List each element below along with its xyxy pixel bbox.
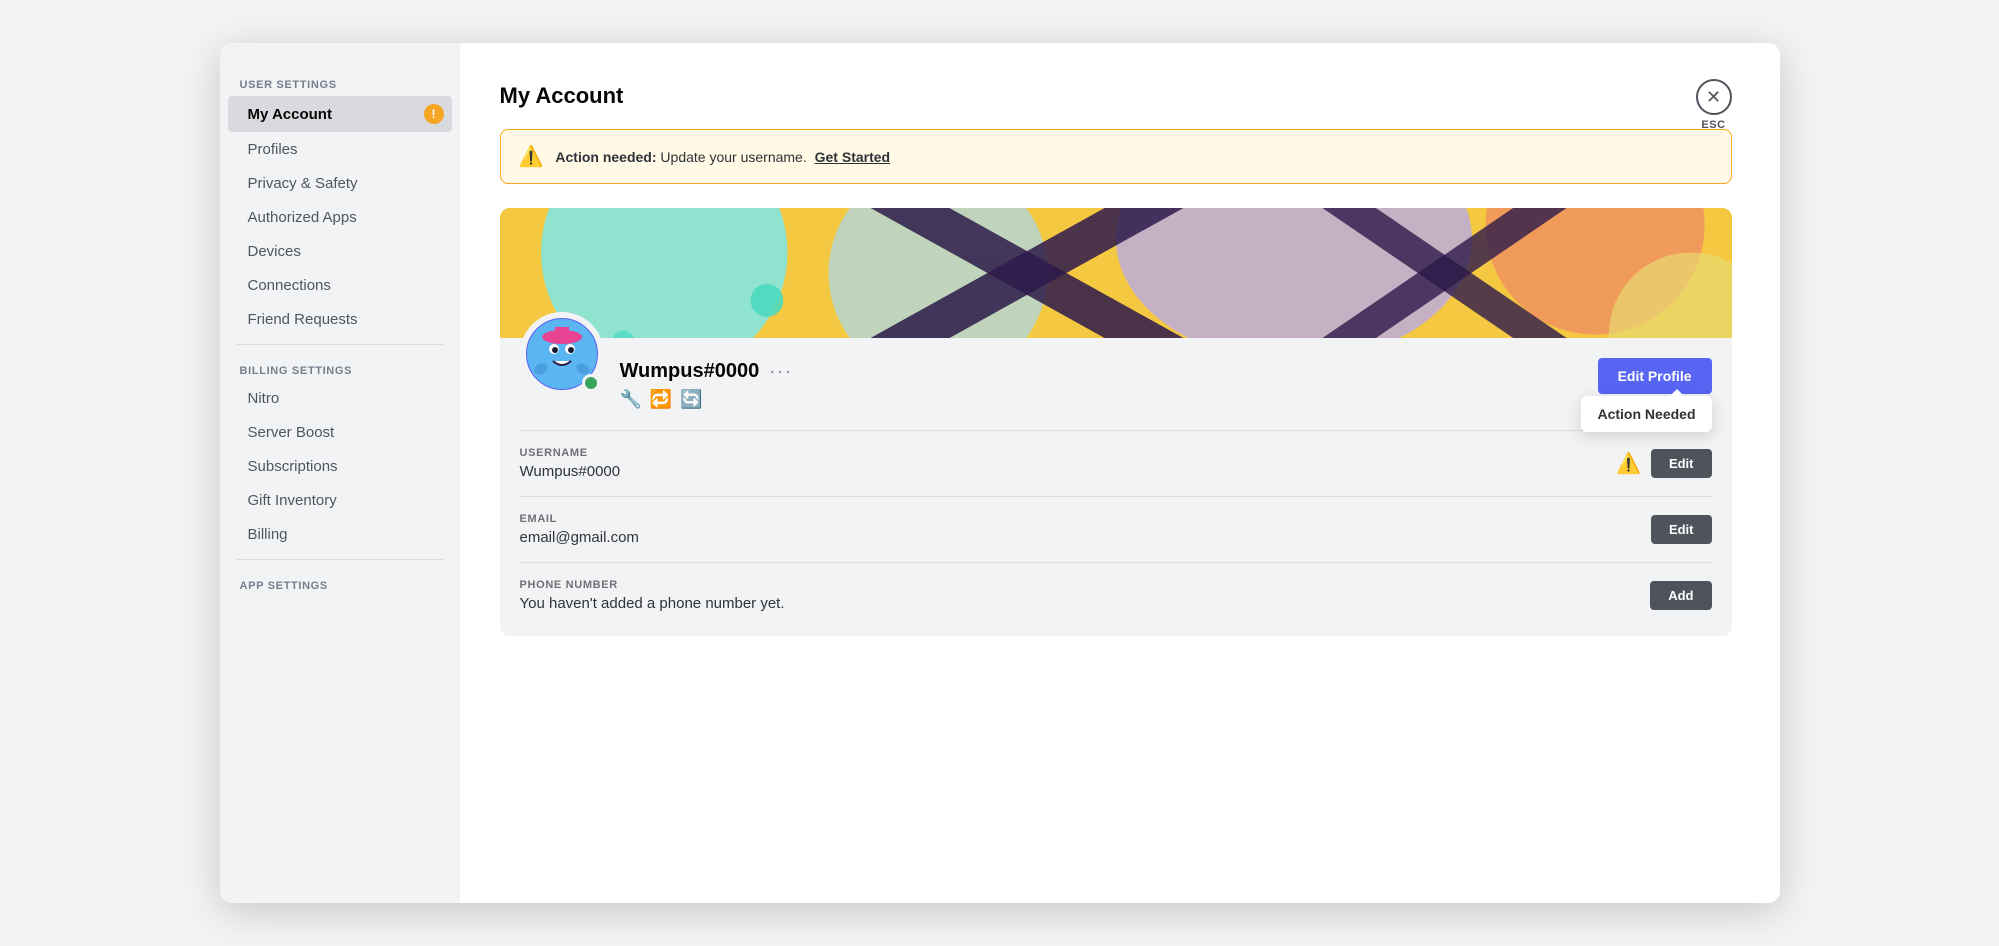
profile-card: Wumpus#0000 ··· 🔧 🔁 🔄 Edit Profile xyxy=(500,208,1732,636)
profile-username: Wumpus#0000 xyxy=(620,360,760,383)
phone-field-value: You haven't added a phone number yet. xyxy=(520,595,1651,612)
sidebar-item-subscriptions[interactable]: Subscriptions xyxy=(228,450,452,483)
settings-modal: USER SETTINGS My Account ! Profiles Priv… xyxy=(220,43,1780,903)
tool-badge-icon: 🔧 xyxy=(620,389,642,410)
sidebar-item-nitro[interactable]: Nitro xyxy=(228,382,452,415)
page-title: My Account xyxy=(500,83,1732,109)
sidebar-item-server-boost[interactable]: Server Boost xyxy=(228,416,452,449)
sidebar-divider-2 xyxy=(236,559,444,560)
profile-info-row: Wumpus#0000 ··· 🔧 🔁 🔄 Edit Profile xyxy=(500,338,1732,430)
my-account-badge: ! xyxy=(424,104,444,124)
boost-badge-icon: 🔁 xyxy=(650,389,672,410)
username-field-label: USERNAME xyxy=(520,447,1617,459)
profile-name-area: Wumpus#0000 ··· 🔧 🔁 🔄 xyxy=(620,352,1712,410)
close-esc-label: ESC xyxy=(1701,119,1725,131)
username-field-row: USERNAME Wumpus#0000 ⚠️ Edit xyxy=(520,430,1712,496)
sidebar-item-profiles-label: Profiles xyxy=(248,141,298,158)
sidebar-item-authorized-apps[interactable]: Authorized Apps xyxy=(228,201,452,234)
sidebar-item-billing[interactable]: Billing xyxy=(228,518,452,551)
sidebar-item-friend-requests[interactable]: Friend Requests xyxy=(228,303,452,336)
avatar-online-badge xyxy=(582,374,600,392)
action-banner-link[interactable]: Get Started xyxy=(815,149,890,165)
close-button-area[interactable]: ✕ ESC xyxy=(1696,79,1732,131)
phone-field-label: PHONE NUMBER xyxy=(520,579,1651,591)
profile-banner xyxy=(500,208,1732,338)
sidebar-item-my-account-label: My Account xyxy=(248,106,332,123)
phone-field-info: PHONE NUMBER You haven't added a phone n… xyxy=(520,579,1651,612)
sidebar-item-billing-label: Billing xyxy=(248,526,288,543)
billing-settings-label: BILLING SETTINGS xyxy=(220,353,460,381)
action-banner: ⚠️ Action needed: Update your username. … xyxy=(500,129,1732,184)
profile-more-button[interactable]: ··· xyxy=(769,361,793,382)
sidebar-item-subscriptions-label: Subscriptions xyxy=(248,458,338,475)
email-field-label: EMAIL xyxy=(520,513,1651,525)
phone-field-actions: Add xyxy=(1650,581,1711,610)
username-edit-button[interactable]: Edit xyxy=(1651,449,1712,478)
sidebar-item-connections[interactable]: Connections xyxy=(228,269,452,302)
username-field-info: USERNAME Wumpus#0000 xyxy=(520,447,1617,480)
avatar-wrapper xyxy=(520,312,604,396)
sidebar-item-gift-inventory[interactable]: Gift Inventory xyxy=(228,484,452,517)
action-banner-strong: Action needed: xyxy=(555,149,656,165)
sidebar-item-my-account[interactable]: My Account ! xyxy=(228,96,452,132)
profile-username-row: Wumpus#0000 ··· xyxy=(620,360,1712,383)
app-settings-label: APP SETTINGS xyxy=(220,568,460,596)
phone-add-button[interactable]: Add xyxy=(1650,581,1711,610)
profile-badges: 🔧 🔁 🔄 xyxy=(620,389,1712,410)
email-field-row: EMAIL email@gmail.com Edit xyxy=(520,496,1712,562)
sidebar-item-friend-requests-label: Friend Requests xyxy=(248,311,358,328)
main-content: My Account ⚠️ Action needed: Update your… xyxy=(460,43,1780,903)
sidebar-item-authorized-apps-label: Authorized Apps xyxy=(248,209,357,226)
sidebar-item-nitro-label: Nitro xyxy=(248,390,280,407)
sidebar-item-connections-label: Connections xyxy=(248,277,331,294)
action-banner-text: Action needed: Update your username. Get… xyxy=(555,149,890,165)
email-field-value: email@gmail.com xyxy=(520,529,1651,546)
action-banner-warn-icon: ⚠️ xyxy=(519,144,544,169)
account-fields: USERNAME Wumpus#0000 ⚠️ Edit EMAIL email… xyxy=(500,430,1732,636)
sidebar-item-privacy-safety-label: Privacy & Safety xyxy=(248,175,358,192)
username-field-actions: ⚠️ Edit xyxy=(1616,449,1711,478)
username-field-value: Wumpus#0000 xyxy=(520,463,1617,480)
sidebar: USER SETTINGS My Account ! Profiles Priv… xyxy=(220,43,460,903)
username-warn-icon: ⚠️ xyxy=(1616,451,1641,476)
action-needed-tooltip: Action Needed xyxy=(1581,396,1711,432)
sidebar-item-gift-inventory-label: Gift Inventory xyxy=(248,492,337,509)
email-field-actions: Edit xyxy=(1651,515,1712,544)
edit-profile-button[interactable]: Edit Profile xyxy=(1598,358,1712,394)
sidebar-item-devices-label: Devices xyxy=(248,243,301,260)
sidebar-divider-1 xyxy=(236,344,444,345)
user-settings-label: USER SETTINGS xyxy=(220,67,460,95)
nitro-badge-icon: 🔄 xyxy=(680,389,702,410)
phone-field-row: PHONE NUMBER You haven't added a phone n… xyxy=(520,562,1712,628)
email-field-info: EMAIL email@gmail.com xyxy=(520,513,1651,546)
sidebar-item-server-boost-label: Server Boost xyxy=(248,424,335,441)
sidebar-item-privacy-safety[interactable]: Privacy & Safety xyxy=(228,167,452,200)
email-edit-button[interactable]: Edit xyxy=(1651,515,1712,544)
sidebar-item-profiles[interactable]: Profiles xyxy=(228,133,452,166)
sidebar-item-devices[interactable]: Devices xyxy=(228,235,452,268)
banner-decoration xyxy=(500,208,1732,338)
close-icon[interactable]: ✕ xyxy=(1696,79,1732,115)
action-banner-body: Update your username. xyxy=(657,149,807,165)
